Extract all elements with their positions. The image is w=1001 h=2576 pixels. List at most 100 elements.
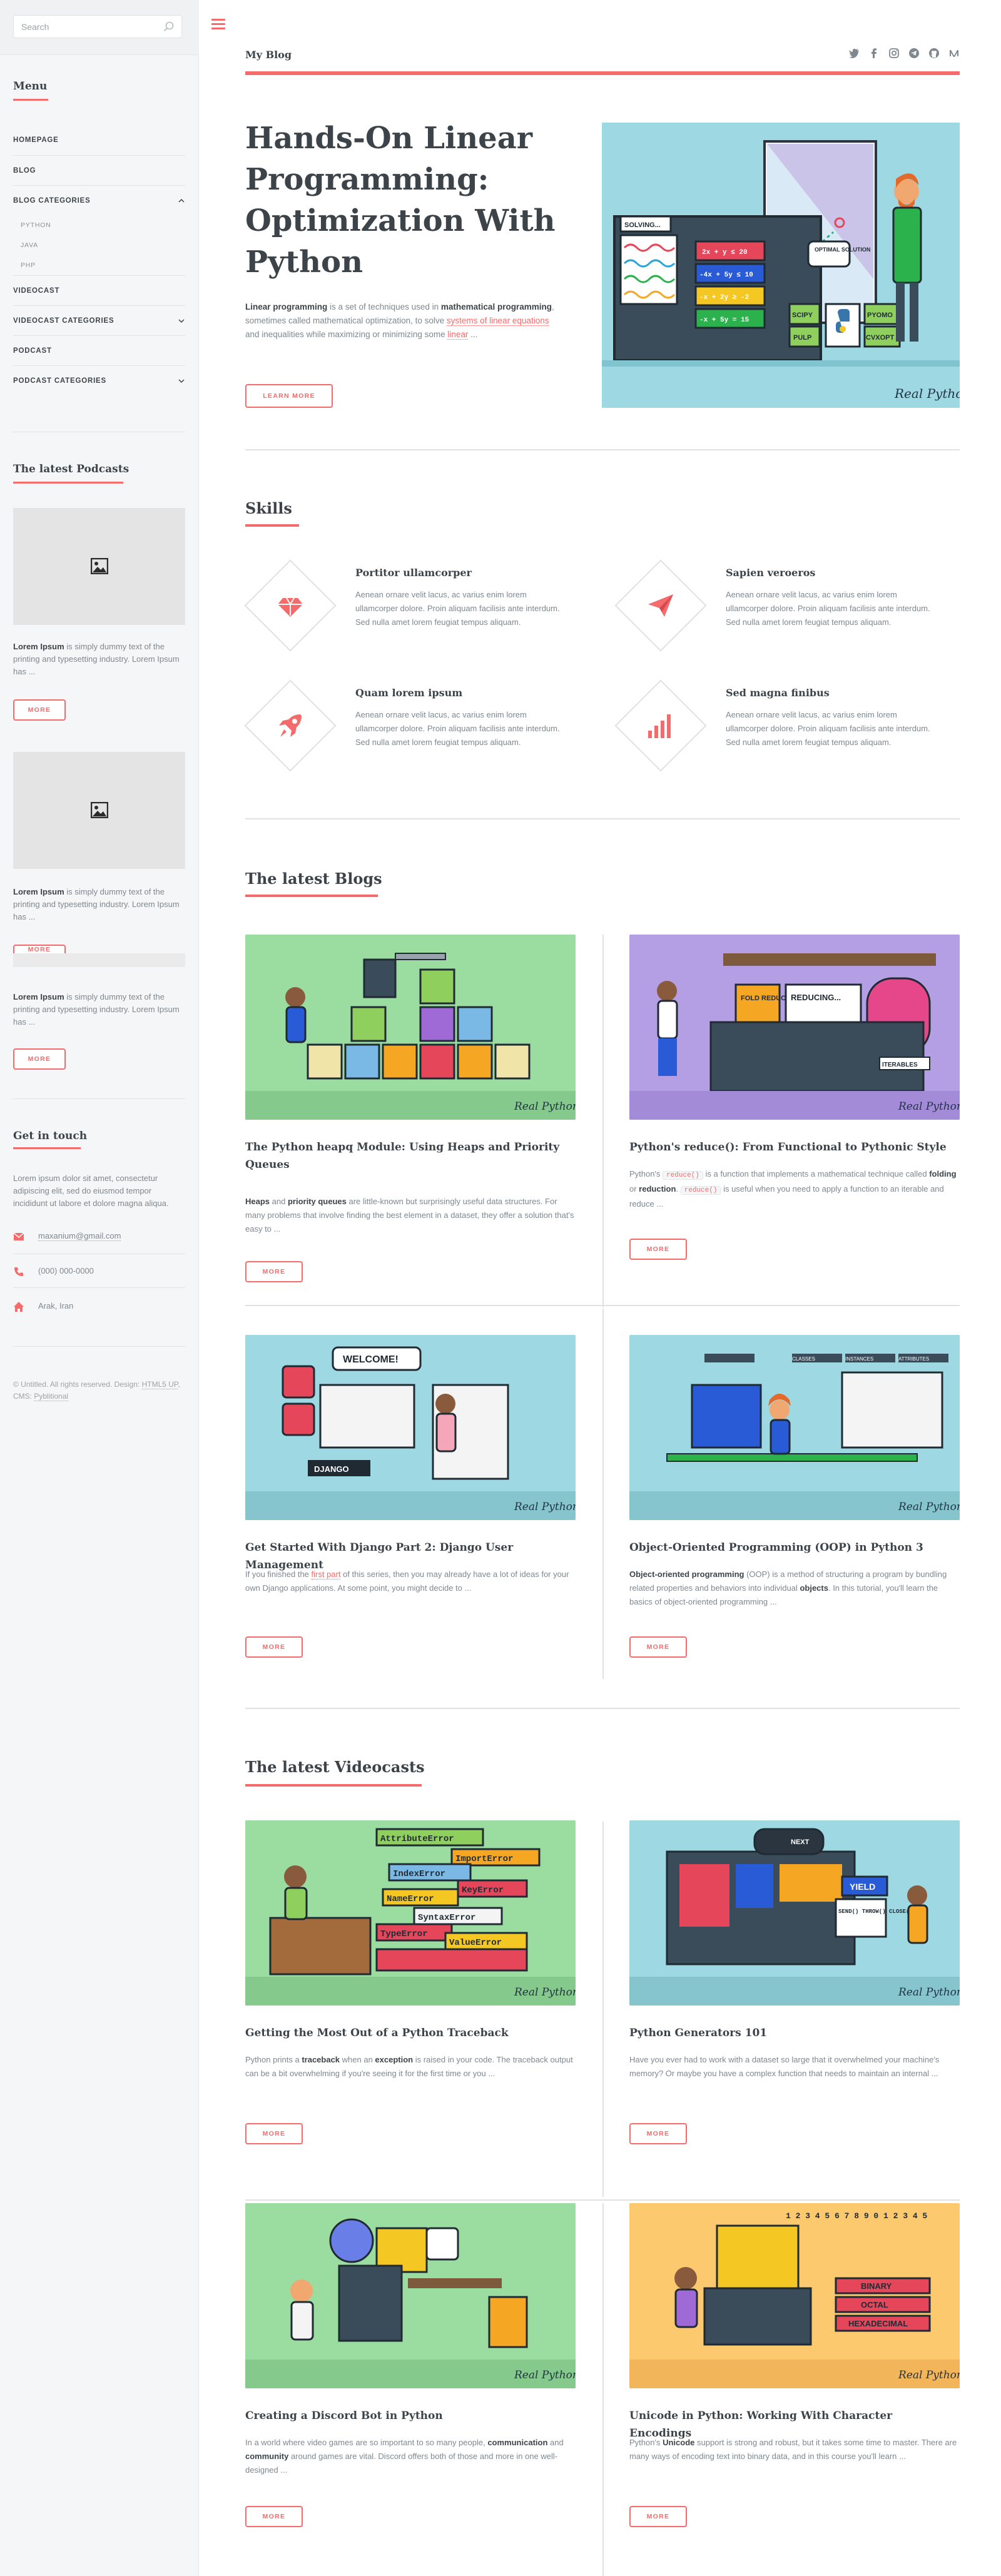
site-logo[interactable]: My Blog (245, 49, 292, 61)
nav-item-homepage[interactable]: Homepage (13, 125, 185, 155)
submenu-item-python[interactable]: Python (21, 215, 185, 235)
podcast-more-button[interactable]: More (13, 699, 66, 721)
post-excerpt: Object-oriented programming (OOP) is a m… (629, 1569, 947, 1606)
skill-text: Aenean ornare velit lacus, ac varius eni… (726, 710, 930, 747)
contact-address: Arak, Iran (38, 1301, 74, 1311)
design-credit-link[interactable]: HTML5 UP (141, 1380, 178, 1389)
post-title[interactable]: Getting the Most Out of a Python Traceba… (245, 2024, 571, 2042)
cms-credit-link[interactable]: Pyblitional (34, 1392, 69, 1401)
post-more-button[interactable]: More (245, 2123, 303, 2144)
first-part-link[interactable]: first part (311, 1569, 341, 1580)
post-title[interactable]: The Python heapq Module: Using Heaps and… (245, 1138, 571, 1174)
nav-item-podcast-categories[interactable]: Podcast Categories (13, 365, 185, 395)
post-more-button[interactable]: More (245, 2506, 303, 2527)
column-divider (602, 935, 604, 1307)
hamburger-menu-icon[interactable] (211, 19, 225, 30)
skill-title: Quam lorem ipsum (355, 687, 463, 699)
row-divider (245, 2199, 960, 2201)
real-python-signature: Real Python (894, 386, 960, 401)
post-title[interactable]: Object-Oriented Programming (OOP) in Pyt… (629, 1539, 955, 1556)
nav-item-blog[interactable]: Blog (13, 155, 185, 185)
nav-item-blog-categories[interactable]: Blog Categories (13, 185, 185, 215)
chevron-up-icon[interactable] (178, 197, 185, 205)
post-more-button[interactable]: More (629, 1239, 687, 1260)
search-input[interactable] (21, 21, 159, 33)
sidebar-divider (13, 1098, 185, 1099)
post-title[interactable]: Creating a Discord Bot in Python (245, 2407, 571, 2425)
podcast-more-button[interactable]: More (13, 945, 66, 953)
illustration-octal-label: OCTAL (861, 2300, 888, 2310)
skills-heading: Skills (245, 499, 292, 517)
submenu-item-java[interactable]: Java (21, 235, 185, 255)
post-thumbnail[interactable]: Real Python (245, 2203, 576, 2388)
contact-description: Lorem ipsum dolor sit amet, consectetur … (13, 1174, 169, 1208)
podcast-excerpt: Lorem Ipsum is simply dummy text of the … (13, 992, 180, 1027)
post-thumbnail[interactable]: WELCOME! DJANGO Real Python (245, 1335, 576, 1520)
contact-email[interactable]: maxanium@gmail.com (38, 1231, 121, 1241)
nav-item-podcast[interactable]: Podcast (13, 335, 185, 365)
sidebar: Menu Homepage Blog Blog Categories Pytho… (0, 0, 199, 2576)
post-more-button[interactable]: More (245, 1636, 303, 1658)
copyright: © Untitled. All rights reserved. Design:… (13, 1380, 180, 1401)
row-divider (245, 1305, 960, 1306)
illustration-error-label: NameError (387, 1894, 434, 1904)
illustration-oop-label: ATTRIBUTES (898, 1356, 929, 1362)
post-thumbnail[interactable]: FOLD REDUCE REDUCING... ITERABLES Real P… (629, 935, 960, 1120)
traceback-illustration: AttributeError ImportError IndexError Ke… (245, 1820, 576, 2006)
search-icon[interactable] (163, 21, 175, 33)
illustration-scipy-label: SCIPY (792, 312, 813, 319)
generators-illustration: NEXT YIELD SEND() THROW() CLOSE() Real P… (629, 1820, 960, 2006)
nav-label: Podcast (13, 347, 52, 355)
blog-categories-submenu: Python Java PHP (13, 215, 185, 275)
post-thumbnail[interactable]: CLASSES INSTANCES ATTRIBUTES Real Python (629, 1335, 960, 1520)
nav-item-videocast[interactable]: Videocast (13, 275, 185, 305)
skill-item: Sed magna finibus Aenean ornare velit la… (614, 679, 941, 787)
hero-link[interactable]: systems of linear equations (446, 316, 549, 326)
image-placeholder-icon (91, 558, 108, 574)
post-thumbnail[interactable]: AttributeError ImportError IndexError Ke… (245, 1820, 576, 2006)
post-more-button[interactable]: More (629, 2123, 687, 2144)
hero-link[interactable]: linear (447, 330, 469, 340)
post-thumbnail[interactable]: NEXT YIELD SEND() THROW() CLOSE() Real P… (629, 1820, 960, 2006)
podcast-more-button[interactable]: More (13, 1048, 66, 1070)
telegram-icon[interactable] (908, 48, 920, 59)
illustration-error-label: TypeError (380, 1929, 428, 1939)
real-python-signature: Real Python (898, 1501, 960, 1513)
learn-more-button[interactable]: Learn more (245, 384, 333, 408)
chevron-down-icon[interactable] (178, 317, 185, 325)
instagram-icon[interactable] (888, 48, 900, 59)
chevron-down-icon[interactable] (178, 377, 185, 385)
discord-bot-illustration: Real Python (245, 2203, 576, 2388)
github-icon[interactable] (928, 48, 940, 59)
nav-label: Videocast (13, 287, 60, 295)
heapq-illustration: Real Python (245, 935, 576, 1120)
hero-illustration[interactable]: SOLVING... 2x + y ≤ 20 -4x + 5y ≤ 10 -x … (602, 123, 960, 408)
post-thumbnail[interactable]: 1 2 3 4 5 6 7 8 9 0 1 2 3 4 5 BINARY OCT… (629, 2203, 960, 2388)
podcast-thumbnail[interactable] (13, 508, 185, 625)
illustration-welcome-label: WELCOME! (343, 1354, 399, 1365)
post-title[interactable]: Python's reduce(): From Functional to Py… (629, 1138, 955, 1156)
post-title[interactable]: Python Generators 101 (629, 2024, 955, 2042)
contact-phone: (000) 000-0000 (38, 1266, 94, 1275)
illustration-equation: 2x + y ≤ 20 (702, 249, 748, 256)
skills-heading-underline (245, 524, 299, 527)
podcast-thumbnail[interactable] (13, 752, 185, 869)
facebook-icon[interactable] (868, 48, 880, 59)
blogs-heading: The latest Blogs (245, 870, 382, 888)
search-box[interactable] (13, 15, 182, 38)
submenu-item-php[interactable]: PHP (21, 255, 185, 275)
nav-label: Podcast Categories (13, 377, 107, 385)
post-thumbnail[interactable]: Real Python (245, 935, 576, 1120)
post-excerpt: In a world where video games are so impo… (245, 2438, 564, 2475)
real-python-signature: Real Python (514, 2369, 576, 2381)
medium-icon[interactable] (948, 48, 960, 59)
post-more-button[interactable]: More (629, 1636, 687, 1658)
twitter-icon[interactable] (848, 48, 860, 59)
nav-item-videocast-categories[interactable]: Videocast Categories (13, 305, 185, 335)
skill-text: Aenean ornare velit lacus, ac varius eni… (355, 590, 560, 627)
post-more-button[interactable]: More (629, 2506, 687, 2527)
unicode-illustration: 1 2 3 4 5 6 7 8 9 0 1 2 3 4 5 BINARY OCT… (629, 2203, 960, 2388)
nav-label: Blog (13, 167, 36, 175)
header-underline (245, 71, 960, 75)
post-more-button[interactable]: More (245, 1261, 303, 1282)
